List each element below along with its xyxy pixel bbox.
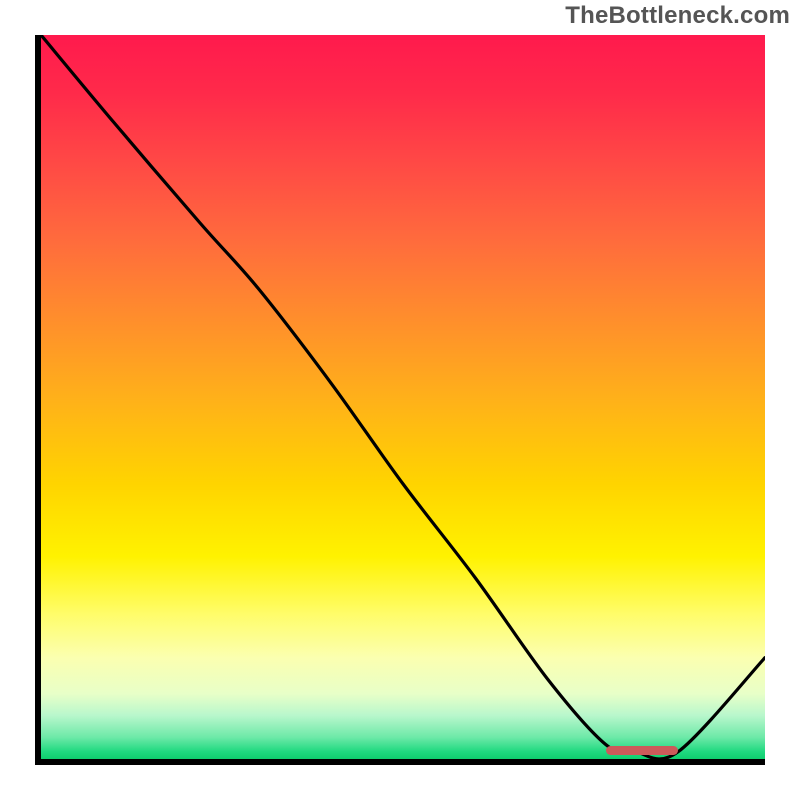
plot-area	[41, 35, 765, 759]
optimal-range-marker	[606, 746, 678, 755]
chart-container: TheBottleneck.com	[0, 0, 800, 800]
plot-axes	[35, 35, 765, 765]
bottleneck-curve	[41, 35, 765, 759]
watermark-text: TheBottleneck.com	[565, 2, 790, 30]
